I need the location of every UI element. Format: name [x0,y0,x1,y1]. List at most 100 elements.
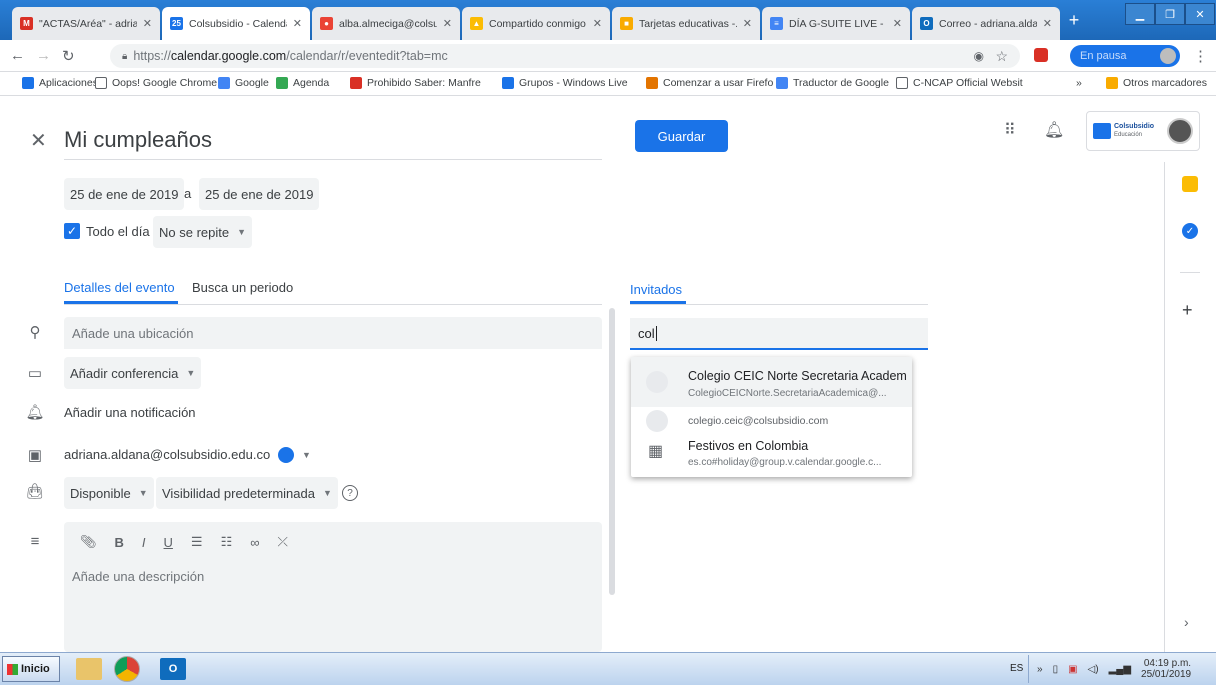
chrome-taskbar-icon[interactable] [114,656,140,682]
browser-tab[interactable]: ■ Tarjetas educativas -... ✕ [612,7,760,40]
suggestion-item[interactable]: ▦ Festivos en Colombia es.co#holiday@gro… [631,435,912,475]
all-day-checkbox[interactable]: ✓ [64,223,80,239]
browser-tab[interactable]: M "ACTAS/Aréa" - adria... ✕ [12,7,160,40]
guests-input[interactable]: col [630,318,928,350]
apps-grid-icon[interactable]: ⠿ [1004,120,1016,140]
new-tab-button[interactable]: + [1064,10,1084,30]
save-button[interactable]: Guardar [635,120,728,152]
tab-event-details[interactable]: Detalles del evento [64,280,178,304]
reload-icon[interactable]: ↻ [62,47,75,65]
star-icon[interactable]: ☆ [995,48,1008,65]
address-bar[interactable]: 🔒︎ https://calendar.google.com/calendar/… [110,44,1020,68]
details-scrollbar[interactable] [609,308,615,595]
browser-tab[interactable]: ▲ Compartido conmigo -... ✕ [462,7,610,40]
tray-arrow-icon[interactable]: » [1037,664,1043,675]
language-indicator[interactable]: ES [1010,663,1023,674]
person-icon [646,410,668,432]
network-icon[interactable]: ▣ [1068,664,1077,675]
bookmark-item[interactable]: Aplicaciones [22,77,98,89]
url-host: calendar.google.com [170,49,287,63]
tab-favicon-icon: ● [320,17,333,30]
end-date-field[interactable]: 25 de ene de 2019 [199,178,320,210]
side-panel-divider [1180,272,1200,273]
bookmark-item[interactable]: C-NCAP Official Websit [896,77,1023,89]
bell-icon: 🔔︎ [25,404,45,421]
file-explorer-icon[interactable] [76,658,102,680]
bookmark-favicon-icon [350,77,362,89]
visibility-dropdown[interactable]: Visibilidad predeterminada ▼ [156,477,338,509]
clock[interactable]: 04:19 p.m. 25/01/2019 [1141,658,1191,680]
bold-icon[interactable]: B [115,535,124,550]
browser-tab[interactable]: O Correo - adriana.alda... ✕ [912,7,1060,40]
bookmark-label: Oops! Google Chrome c [112,77,226,89]
bookmark-item[interactable]: Prohibido Saber: Manfre [350,77,481,89]
close-window-button[interactable]: ✕ [1185,3,1215,25]
browser-tab[interactable]: 25 Colsubsidio - Calenda... ✕ [162,7,310,40]
clear-format-icon[interactable]: ⤫ [278,534,288,550]
maximize-button[interactable]: ❐ [1155,3,1185,25]
close-editor-button[interactable]: ✕ [30,128,47,153]
forward-icon[interactable]: → [36,47,51,64]
other-bookmarks-button[interactable]: Otros marcadores [1106,77,1207,89]
building-icon: ▦ [648,443,664,460]
bookmark-item[interactable]: Agenda [276,77,329,89]
add-notification-link[interactable]: Añadir una notificación [64,405,196,420]
suggestion-item[interactable]: Colegio CEIC Norte Secretaria Academ Col… [631,357,912,407]
tab-find-time[interactable]: Busca un periodo [192,280,293,295]
start-button[interactable]: Inicio [2,656,60,682]
availability-dropdown[interactable]: Disponible ▼ [64,477,154,509]
battery-icon[interactable]: ▯ [1053,664,1059,675]
close-tab-icon[interactable]: ✕ [143,17,152,30]
extension-icon[interactable] [1034,48,1048,62]
location-input[interactable]: Añade una ubicación [64,317,602,349]
url-path: /calendar/r/eventedit?tab=mc [286,49,448,63]
event-title-input[interactable]: Mi cumpleaños [64,120,602,160]
calendar-color-dropdown[interactable]: ▼ [272,439,324,471]
close-tab-icon[interactable]: ✕ [893,17,902,30]
bulleted-list-icon[interactable]: ☷ [221,534,233,550]
add-conference-dropdown[interactable]: Añadir conferencia ▼ [64,357,202,389]
close-tab-icon[interactable]: ✕ [443,17,452,30]
close-tab-icon[interactable]: ✕ [593,17,602,30]
bookmark-item[interactable]: Google [218,77,269,89]
italic-icon[interactable]: I [142,535,146,550]
bookmark-favicon-icon [218,77,230,89]
close-tab-icon[interactable]: ✕ [293,17,302,30]
bookmark-item[interactable]: Oops! Google Chrome c [95,77,225,89]
keep-icon[interactable] [1182,176,1198,192]
expand-panel-icon[interactable]: › [1184,614,1189,630]
suggestion-email: es.co#holiday@group.v.calendar.google.c.… [688,457,882,468]
signal-icon[interactable]: ▂▄▆ [1109,664,1131,675]
suggestion-item[interactable]: colegio.ceic@colsubsidio.com [631,407,912,435]
close-tab-icon[interactable]: ✕ [743,17,752,30]
bookmark-item[interactable]: Comenzar a usar Firefo [646,77,773,89]
outlook-taskbar-icon[interactable]: O [160,658,186,680]
minimize-button[interactable]: ▁ [1125,3,1155,25]
link-icon[interactable]: ∞ [250,535,259,550]
bookmark-item[interactable]: Traductor de Google [776,77,889,89]
numbered-list-icon[interactable]: ☰ [191,534,203,550]
conference-text: Añadir conferencia [70,365,179,381]
paused-sync-button[interactable]: En pausa [1070,45,1180,67]
help-icon[interactable]: ? [342,485,358,501]
description-editor[interactable]: 📎︎ B I U ☰ ☷ ∞ ⤫ Añade una descripción [64,522,602,652]
bookmark-item[interactable]: Grupos - Windows Live [502,77,628,89]
view-icon[interactable]: ◉ [974,49,984,63]
clock-date: 25/01/2019 [1141,669,1192,680]
chrome-menu-icon[interactable]: ⋮ [1193,47,1208,65]
browser-tab[interactable]: ≡ DÍA G-SUITE LIVE - D... ✕ [762,7,910,40]
tab-title: alba.almeciga@colsub... [339,17,437,30]
repeat-dropdown[interactable]: No se repite ▼ [153,216,253,248]
org-logo[interactable]: Colsubsidio Educación [1086,111,1200,151]
tasks-icon[interactable]: ✓ [1182,223,1198,239]
add-addon-icon[interactable]: + [1182,300,1193,321]
browser-tab[interactable]: ● alba.almeciga@colsub... ✕ [312,7,460,40]
volume-icon[interactable]: ◁) [1088,664,1099,675]
underline-icon[interactable]: U [164,535,173,550]
attachment-icon[interactable]: 📎︎ [80,534,97,550]
start-date-field[interactable]: 25 de ene de 2019 [64,178,185,210]
more-bookmarks-button[interactable]: » [1076,77,1082,89]
back-icon[interactable]: ← [10,47,25,64]
close-tab-icon[interactable]: ✕ [1043,17,1052,30]
notifications-bell-icon[interactable]: 🔔︎ [1044,120,1064,140]
